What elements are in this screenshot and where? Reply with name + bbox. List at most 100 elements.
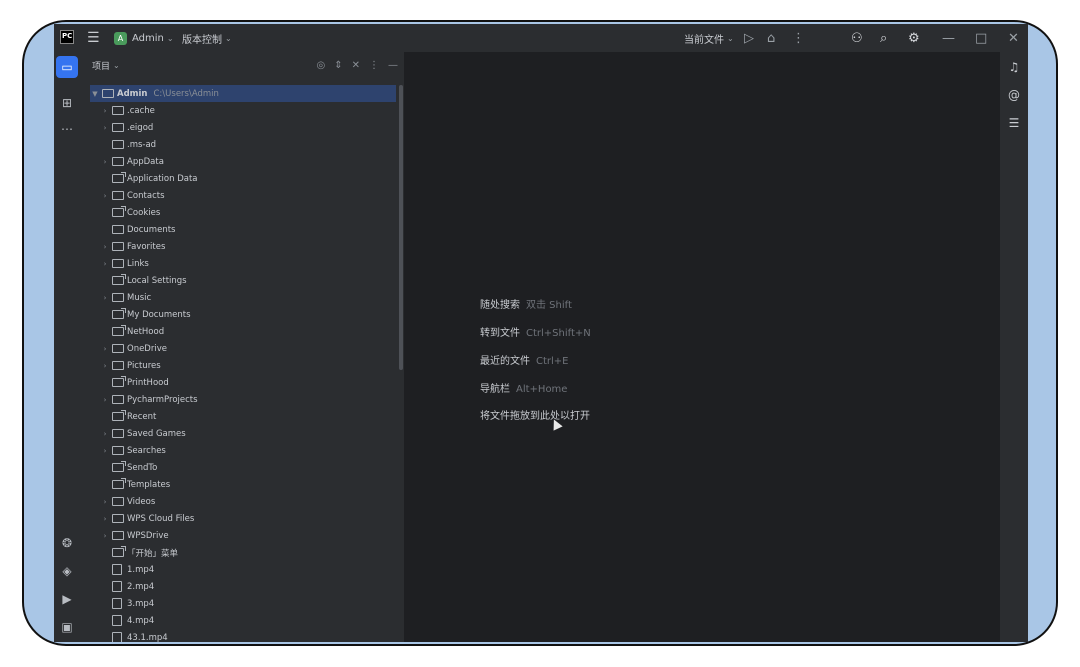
- hide-panel-icon[interactable]: —: [388, 60, 398, 71]
- hint-label: 随处搜索: [480, 300, 520, 311]
- tree-item[interactable]: › Pictures: [90, 357, 396, 374]
- tree-item[interactable]: 2.mp4: [90, 578, 396, 595]
- tree-scrollbar[interactable]: [399, 85, 403, 370]
- tree-item-label: Contacts: [127, 190, 165, 201]
- more-options-icon[interactable]: ⋮: [792, 24, 805, 52]
- close-icon[interactable]: ✕: [1008, 24, 1019, 52]
- folder-icon: [112, 344, 124, 353]
- database-icon[interactable]: ☰: [1003, 112, 1025, 134]
- chevron-right-icon[interactable]: ›: [100, 294, 110, 302]
- expand-all-icon[interactable]: ⇕: [334, 60, 342, 71]
- tree-item[interactable]: 「开始」菜单: [90, 544, 396, 561]
- account-icon[interactable]: ⚇: [851, 24, 863, 52]
- tree-item[interactable]: NetHood: [90, 323, 396, 340]
- search-icon[interactable]: ⌕: [880, 24, 887, 52]
- chevron-right-icon[interactable]: ›: [100, 498, 110, 506]
- folder-icon: [112, 157, 124, 166]
- tree-item[interactable]: Documents: [90, 221, 396, 238]
- chevron-right-icon[interactable]: ›: [100, 260, 110, 268]
- hint-label: 最近的文件: [480, 356, 530, 367]
- chevron-right-icon[interactable]: ›: [100, 447, 110, 455]
- tree-item[interactable]: › Videos: [90, 493, 396, 510]
- project-folder-icon[interactable]: ▭: [56, 56, 78, 78]
- tree-item[interactable]: › WPSDrive: [90, 527, 396, 544]
- maximize-icon[interactable]: □: [975, 24, 987, 52]
- editor-hint: 随处搜索 双击 Shift: [480, 296, 572, 311]
- tree-item[interactable]: PrintHood: [90, 374, 396, 391]
- hint-label: 导航栏: [480, 384, 510, 395]
- chevron-down-icon[interactable]: ▼: [90, 90, 100, 98]
- tree-item[interactable]: Recent: [90, 408, 396, 425]
- chevron-right-icon[interactable]: ›: [100, 192, 110, 200]
- tree-item[interactable]: My Documents: [90, 306, 396, 323]
- minimize-icon[interactable]: —: [942, 24, 955, 52]
- tree-item[interactable]: 3.mp4: [90, 595, 396, 612]
- chevron-right-icon[interactable]: ›: [100, 362, 110, 370]
- tree-item[interactable]: Local Settings: [90, 272, 396, 289]
- tree-item[interactable]: › PycharmProjects: [90, 391, 396, 408]
- tree-item[interactable]: › .cache: [90, 102, 396, 119]
- chevron-right-icon[interactable]: ›: [100, 430, 110, 438]
- tree-item[interactable]: 43.1.mp4: [90, 629, 396, 642]
- chevron-right-icon[interactable]: ›: [100, 532, 110, 540]
- tree-item[interactable]: 4.mp4: [90, 612, 396, 629]
- tree-item[interactable]: 1.mp4: [90, 561, 396, 578]
- options-icon[interactable]: ⋮: [369, 60, 379, 71]
- tree-item[interactable]: .ms-ad: [90, 136, 396, 153]
- tree-root-row[interactable]: ▼ Admin C:\Users\Admin: [90, 85, 396, 102]
- tree-item[interactable]: › Music: [90, 289, 396, 306]
- chevron-down-icon: ⌄: [166, 33, 174, 43]
- tree-item[interactable]: Application Data: [90, 170, 396, 187]
- tree-item-label: Recent: [127, 411, 157, 422]
- notifications-bell-icon[interactable]: ♫: [1003, 56, 1025, 78]
- tree-item[interactable]: Templates: [90, 476, 396, 493]
- tree-item[interactable]: › AppData: [90, 153, 396, 170]
- tree-item[interactable]: › Contacts: [90, 187, 396, 204]
- project-switcher[interactable]: A Admin ⌄: [114, 24, 174, 52]
- editor-hint: 最近的文件 Ctrl+E: [480, 352, 569, 367]
- chevron-right-icon[interactable]: ›: [100, 124, 110, 132]
- debug-icon[interactable]: ⌂: [767, 24, 775, 52]
- vcs-menu[interactable]: 版本控制 ⌄: [182, 24, 232, 52]
- tree-item[interactable]: › Saved Games: [90, 425, 396, 442]
- settings-gear-icon[interactable]: ⚙: [908, 24, 920, 52]
- tree-item[interactable]: › .eigod: [90, 119, 396, 136]
- run-icon[interactable]: ▷: [744, 24, 754, 52]
- chevron-down-icon: ⌄: [727, 33, 734, 43]
- tree-item-label: .eigod: [127, 122, 154, 133]
- services-icon[interactable]: ▶: [56, 588, 78, 610]
- tree-item[interactable]: › OneDrive: [90, 340, 396, 357]
- folder-icon: [112, 514, 124, 523]
- chevron-right-icon[interactable]: ›: [100, 158, 110, 166]
- run-config-selector[interactable]: 当前文件 ⌄: [684, 24, 734, 52]
- tree-item[interactable]: › WPS Cloud Files: [90, 510, 396, 527]
- locate-file-icon[interactable]: ◎: [316, 60, 325, 71]
- more-tools-icon[interactable]: ⋯: [56, 118, 78, 140]
- main-menu-icon[interactable]: ☰: [87, 24, 100, 52]
- chevron-right-icon[interactable]: ›: [100, 243, 110, 251]
- tree-item[interactable]: Cookies: [90, 204, 396, 221]
- chevron-right-icon[interactable]: ›: [100, 396, 110, 404]
- tree-item[interactable]: › Links: [90, 255, 396, 272]
- chevron-right-icon[interactable]: ›: [100, 345, 110, 353]
- tree-item-label: Music: [127, 292, 152, 303]
- editor-empty-area[interactable]: 随处搜索 双击 Shift 转到文件 Ctrl+Shift+N 最近的文件 Ctrl+E 导…: [405, 52, 1000, 642]
- folder-link-icon: [112, 308, 126, 319]
- structure-icon[interactable]: ⊞: [56, 92, 78, 114]
- chevron-right-icon[interactable]: ›: [100, 515, 110, 523]
- tree-item[interactable]: SendTo: [90, 459, 396, 476]
- tree-item[interactable]: › Favorites: [90, 238, 396, 255]
- python-packages-icon[interactable]: ◈: [56, 560, 78, 582]
- project-panel-title: 项目: [92, 61, 111, 72]
- root-folder-name: Admin: [117, 88, 148, 99]
- tree-item-label: Application Data: [127, 173, 198, 184]
- folder-link-icon: [112, 172, 126, 183]
- python-console-icon[interactable]: ❂: [56, 532, 78, 554]
- folder-link-icon: [112, 461, 126, 472]
- collapse-all-icon[interactable]: ✕: [352, 60, 360, 71]
- tree-item[interactable]: › Searches: [90, 442, 396, 459]
- ai-assistant-icon[interactable]: @: [1003, 84, 1025, 106]
- chevron-right-icon[interactable]: ›: [100, 107, 110, 115]
- terminal-icon[interactable]: ▣: [56, 616, 78, 638]
- folder-link-icon: [112, 274, 126, 285]
